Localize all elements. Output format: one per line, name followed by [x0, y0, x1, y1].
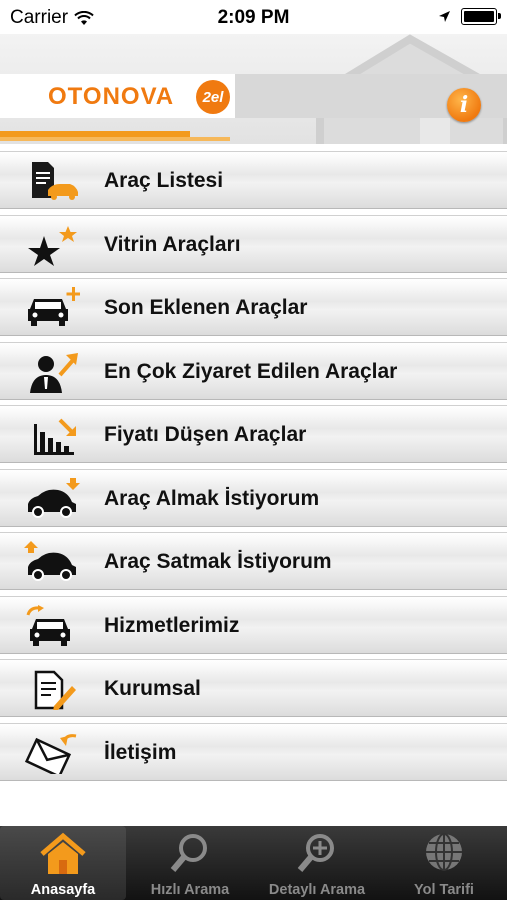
tab-bar: Anasayfa Hızlı Arama Detaylı Arama Yol T…	[0, 826, 507, 900]
tab-label: Detaylı Arama	[268, 882, 366, 898]
menu-item-son-eklenen[interactable]: Son Eklenen Araçlar	[0, 278, 507, 336]
app-header: OTONOVA 2el i	[0, 34, 507, 144]
menu-item-label: Hizmetlerimiz	[104, 613, 240, 637]
chart-down-icon	[34, 418, 76, 455]
tab-label: Hızlı Arama	[150, 882, 230, 898]
car-sell-icon	[24, 541, 76, 581]
menu-item-arac-listesi[interactable]: Araç Listesi	[0, 151, 507, 209]
menu-item-label: En Çok Ziyaret Edilen Araçlar	[104, 359, 398, 383]
tab-anasayfa[interactable]: Anasayfa	[0, 826, 126, 900]
menu-item-label: Fiyatı Düşen Araçlar	[104, 423, 307, 446]
header-accent-line-light	[0, 137, 230, 141]
menu-item-label: Araç Almak İstiyorum	[104, 486, 320, 510]
menu-item-label: Kurumsal	[104, 677, 201, 700]
stars-icon	[28, 225, 77, 266]
menu-item-en-cok-ziyaret[interactable]: En Çok Ziyaret Edilen Araçlar	[0, 341, 507, 400]
tab-detayli-arama[interactable]: Detaylı Arama	[254, 826, 380, 900]
car-buy-icon	[28, 477, 80, 518]
menu-item-label: Son Eklenen Araçlar	[104, 296, 308, 319]
menu-item-kurumsal[interactable]: Kurumsal	[0, 659, 507, 717]
menu-item-fiyati-dusen[interactable]: Fiyatı Düşen Araçlar	[0, 405, 507, 463]
menu-item-label: İletişim	[104, 740, 177, 764]
main-menu: Araç Listesi Vitrin Araçları Son Eklenen…	[0, 151, 507, 786]
tab-label: Yol Tarifi	[414, 882, 474, 898]
search-icon	[170, 834, 207, 872]
car-plus-icon	[28, 287, 80, 326]
location-arrow-icon	[439, 11, 450, 22]
menu-item-label: Araç Satmak İstiyorum	[104, 550, 332, 573]
status-bar: Carrier 2:09 PM	[0, 0, 507, 34]
info-button[interactable]: i	[447, 88, 481, 122]
brand-badge: 2el	[196, 80, 230, 114]
brand-logo: OTONOVA	[48, 83, 175, 110]
status-right	[438, 8, 501, 25]
menu-item-vitrin[interactable]: Vitrin Araçları	[0, 214, 507, 273]
menu-item-arac-almak[interactable]: Araç Almak İstiyorum	[0, 468, 507, 527]
envelope-icon	[24, 733, 77, 774]
document-pen-icon	[34, 670, 76, 710]
document-car-icon	[32, 162, 78, 200]
menu-item-label: Vitrin Araçları	[104, 232, 241, 256]
car-service-icon	[26, 604, 70, 646]
status-time: 2:09 PM	[217, 7, 290, 28]
tab-yol-tarifi[interactable]: Yol Tarifi	[381, 826, 507, 900]
zoom-plus-icon	[297, 834, 334, 872]
menu-item-label: Araç Listesi	[104, 169, 224, 192]
tab-hizli-arama[interactable]: Hızlı Arama	[127, 826, 253, 900]
menu-item-iletisim[interactable]: İletişim	[0, 722, 507, 781]
tab-label: Anasayfa	[30, 882, 96, 898]
globe-icon	[426, 833, 462, 871]
menu-item-hizmetlerimiz[interactable]: Hizmetlerimiz	[0, 595, 507, 654]
home-icon	[40, 832, 86, 874]
person-trend-icon	[30, 352, 78, 393]
menu-item-arac-satmak[interactable]: Araç Satmak İstiyorum	[0, 532, 507, 590]
battery-icon	[461, 8, 501, 25]
